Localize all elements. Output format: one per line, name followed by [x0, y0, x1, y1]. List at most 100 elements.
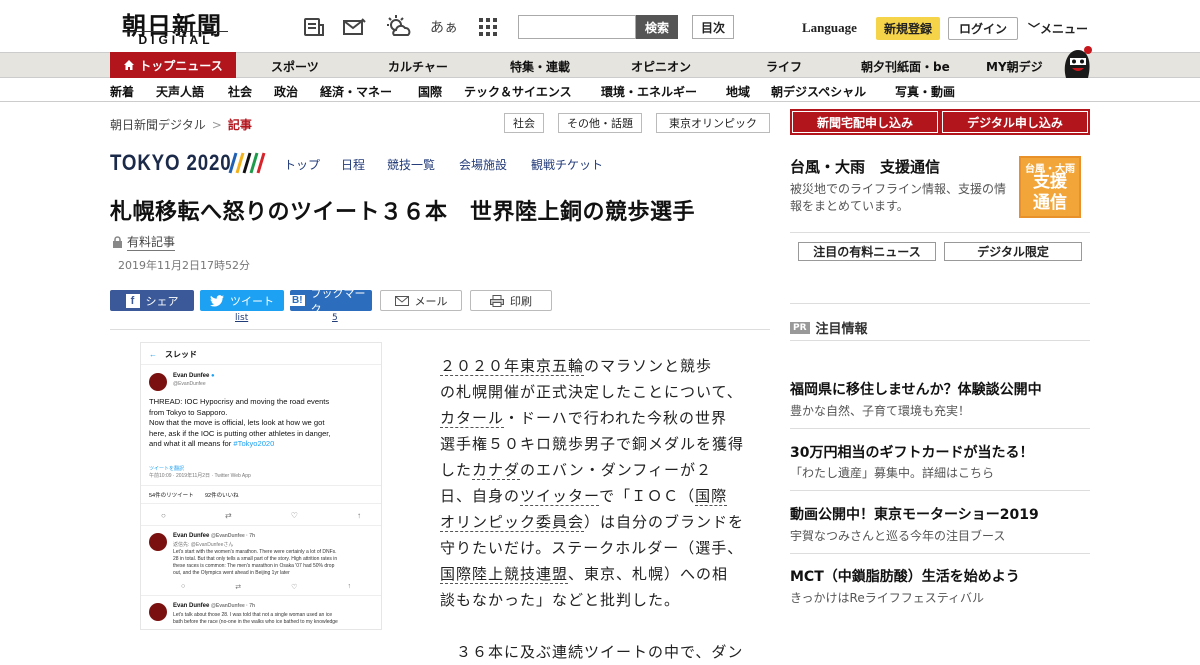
tweet-line: here, ask if the IOC is putting other at… [149, 428, 331, 438]
mail-icon[interactable] [340, 14, 368, 40]
nav-top-news-label: トップニュース [139, 58, 223, 73]
search-input[interactable] [518, 15, 636, 39]
font-size-icon[interactable]: あぁ [430, 14, 458, 40]
subnav-special[interactable]: 朝デジスペシャル [771, 83, 866, 100]
article-keyword-link[interactable]: オリンピック委員会 [440, 513, 585, 532]
tag-tokyo-olympics[interactable]: 東京オリンピック [656, 113, 770, 133]
tab-paid-news[interactable]: 注目の有料ニュース [798, 242, 936, 261]
subnav-politics[interactable]: 政治 [274, 83, 298, 100]
divider [790, 553, 1090, 554]
tweet-thread-title: スレッド [165, 350, 197, 359]
breadcrumb: 朝日新聞デジタル > 記事 [110, 116, 252, 133]
tokyo-nav-sports[interactable]: 競技一覧 [387, 156, 435, 173]
article-text: の札幌開催が正式決定したことについて、 [440, 383, 743, 401]
nav-sports[interactable]: スポーツ [271, 58, 319, 75]
tweet-body: THREAD: IOC Hypocrisy and moving the roa… [149, 397, 381, 450]
reply-icon: ○ [161, 511, 166, 520]
tokyo-nav-venues[interactable]: 会場施設 [459, 156, 507, 173]
article-keyword-link[interactable]: 国際陸上競技連盟 [440, 565, 569, 584]
hatena-count[interactable]: 5 [332, 313, 338, 323]
reply-author-name: Evan Dunfee @EvanDunfee · 7h [173, 533, 256, 539]
register-button[interactable]: 新規登録 [876, 17, 940, 40]
print-button[interactable]: 印刷 [470, 290, 552, 311]
subnav-new[interactable]: 新着 [110, 83, 134, 100]
site-logo-sub: DIGITAL [124, 31, 228, 47]
pr-item-title[interactable]: 動画公開中！東京モーターショー2019 [790, 504, 1039, 524]
reply-line: bath before the race (no-one in the walk… [173, 619, 338, 625]
subnav-region[interactable]: 地域 [726, 83, 750, 100]
subnav-international[interactable]: 国際 [418, 83, 442, 100]
subnav-tech[interactable]: テック＆サイエンス [464, 83, 572, 100]
tab-digital-only[interactable]: デジタル限定 [944, 242, 1082, 261]
mail-share-icon [394, 295, 409, 306]
pr-item-title[interactable]: MCT（中鎖脂肪酸）生活を始めよう [790, 566, 1020, 586]
divider [790, 428, 1090, 429]
twitter-count[interactable]: list [235, 313, 248, 323]
article-keyword-link[interactable]: ツイッター [520, 487, 600, 506]
nav-opinion[interactable]: オピニオン [631, 58, 691, 75]
tweet-line: THREAD: IOC Hypocrisy and moving the roa… [149, 397, 330, 406]
article-text: 談もなかった」などと批判した。 [440, 591, 681, 609]
nav-life[interactable]: ライフ [766, 58, 802, 75]
paid-article-text[interactable]: 有料記事 [127, 233, 176, 251]
breadcrumb-home[interactable]: 朝日新聞デジタル [110, 118, 206, 132]
subnav-tenseijingo[interactable]: 天声人語 [156, 83, 204, 100]
tokyo-nav-top[interactable]: トップ [284, 156, 320, 173]
typhoon-support-badge[interactable]: 台風・大雨 支援 通信 [1019, 156, 1081, 218]
article-text: した [440, 461, 473, 479]
subnav-photo-video[interactable]: 写真・動画 [895, 83, 955, 100]
reply-body: Let's start with the women's marathon. T… [173, 549, 381, 577]
twitter-share-button[interactable]: ツイート [200, 290, 284, 311]
article-keyword-link[interactable]: ２０２０年東京五輪 [440, 357, 585, 376]
nav-paper[interactable]: 朝夕刊紙面・be [861, 58, 950, 75]
nav-features[interactable]: 特集・連載 [510, 58, 570, 75]
breadcrumb-current: 記事 [227, 118, 252, 132]
reply-action-icons: ○ ⇄ ♡ ↑ [181, 583, 351, 591]
tweet-retweets: 54件のリツイート [149, 493, 194, 499]
digital-subscribe-button[interactable]: デジタル申し込み [940, 109, 1090, 135]
nav-top-news[interactable]: トップニュース [110, 52, 236, 78]
tag-other[interactable]: その他・話題 [558, 113, 642, 133]
tokyo-nav-schedule[interactable]: 日程 [341, 156, 365, 173]
facebook-share-label: シェア [145, 294, 179, 308]
weather-icon[interactable] [384, 14, 412, 40]
typhoon-support-title[interactable]: 台風・大雨 支援通信 [790, 156, 940, 177]
article-keyword-link[interactable]: カタール [440, 409, 505, 428]
article-text: ）は自分のブランドを [584, 513, 745, 531]
hatena-bookmark-button[interactable]: B! ブックマーク [290, 287, 372, 316]
subnav-society[interactable]: 社会 [228, 83, 252, 100]
article-keyword-link[interactable]: 国際 [695, 487, 728, 506]
language-link[interactable]: Language [802, 20, 857, 36]
tag-society[interactable]: 社会 [504, 113, 544, 133]
index-button[interactable]: 目次 [692, 15, 734, 39]
breadcrumb-separator: > [211, 118, 222, 132]
newspaper-delivery-button[interactable]: 新聞宅配申し込み [790, 109, 940, 135]
verified-icon: ● [211, 373, 215, 379]
newspaper-icon[interactable] [300, 14, 328, 40]
pr-badge: PR [790, 321, 810, 334]
tweet-line: and what it all means for #Tokyo2020 [149, 439, 275, 448]
tokyo-nav-tickets[interactable]: 観戦チケット [531, 156, 603, 173]
article-date: 2019年11月2日17時52分 [118, 259, 250, 272]
pr-item-desc: 「わたし遺産」募集中。詳細はこちら [790, 466, 995, 480]
nav-culture[interactable]: カルチャー [388, 58, 448, 75]
mail-share-button[interactable]: メール [380, 290, 462, 311]
nav-my-asadigi[interactable]: MY朝デジ [986, 58, 1043, 75]
article-keyword-link[interactable]: カナダ [472, 461, 521, 480]
tokyo2020-logo[interactable]: TOKYO 2020 [110, 150, 231, 176]
menu-button[interactable]: ﹀メニュー [1028, 20, 1088, 37]
pr-item-title[interactable]: 30万円相当のギフトカードが当たる！ [790, 442, 1033, 462]
paid-article-label: 有料記事 [112, 233, 176, 251]
login-button[interactable]: ログイン [948, 17, 1018, 40]
like-icon: ♡ [291, 584, 298, 591]
tweet-screenshot-image: ← スレッド Evan Dunfee ● @EvanDunfee THREAD: … [140, 342, 382, 630]
menu-label: メニュー [1040, 22, 1089, 36]
subnav-economy[interactable]: 経済・マネー [320, 83, 392, 100]
grid-menu-icon[interactable] [474, 14, 502, 40]
search-button[interactable]: 検索 [636, 15, 678, 39]
typhoon-support-desc: 被災地でのライフライン情報、支援の情報をまとめています。 [790, 182, 1007, 213]
facebook-share-button[interactable]: f シェア [110, 290, 194, 311]
pr-item-title[interactable]: 福岡県に移住しませんか？体験談公開中 [790, 379, 1042, 399]
tweet-avatar [149, 533, 167, 551]
subnav-environment[interactable]: 環境・エネルギー [601, 83, 697, 100]
